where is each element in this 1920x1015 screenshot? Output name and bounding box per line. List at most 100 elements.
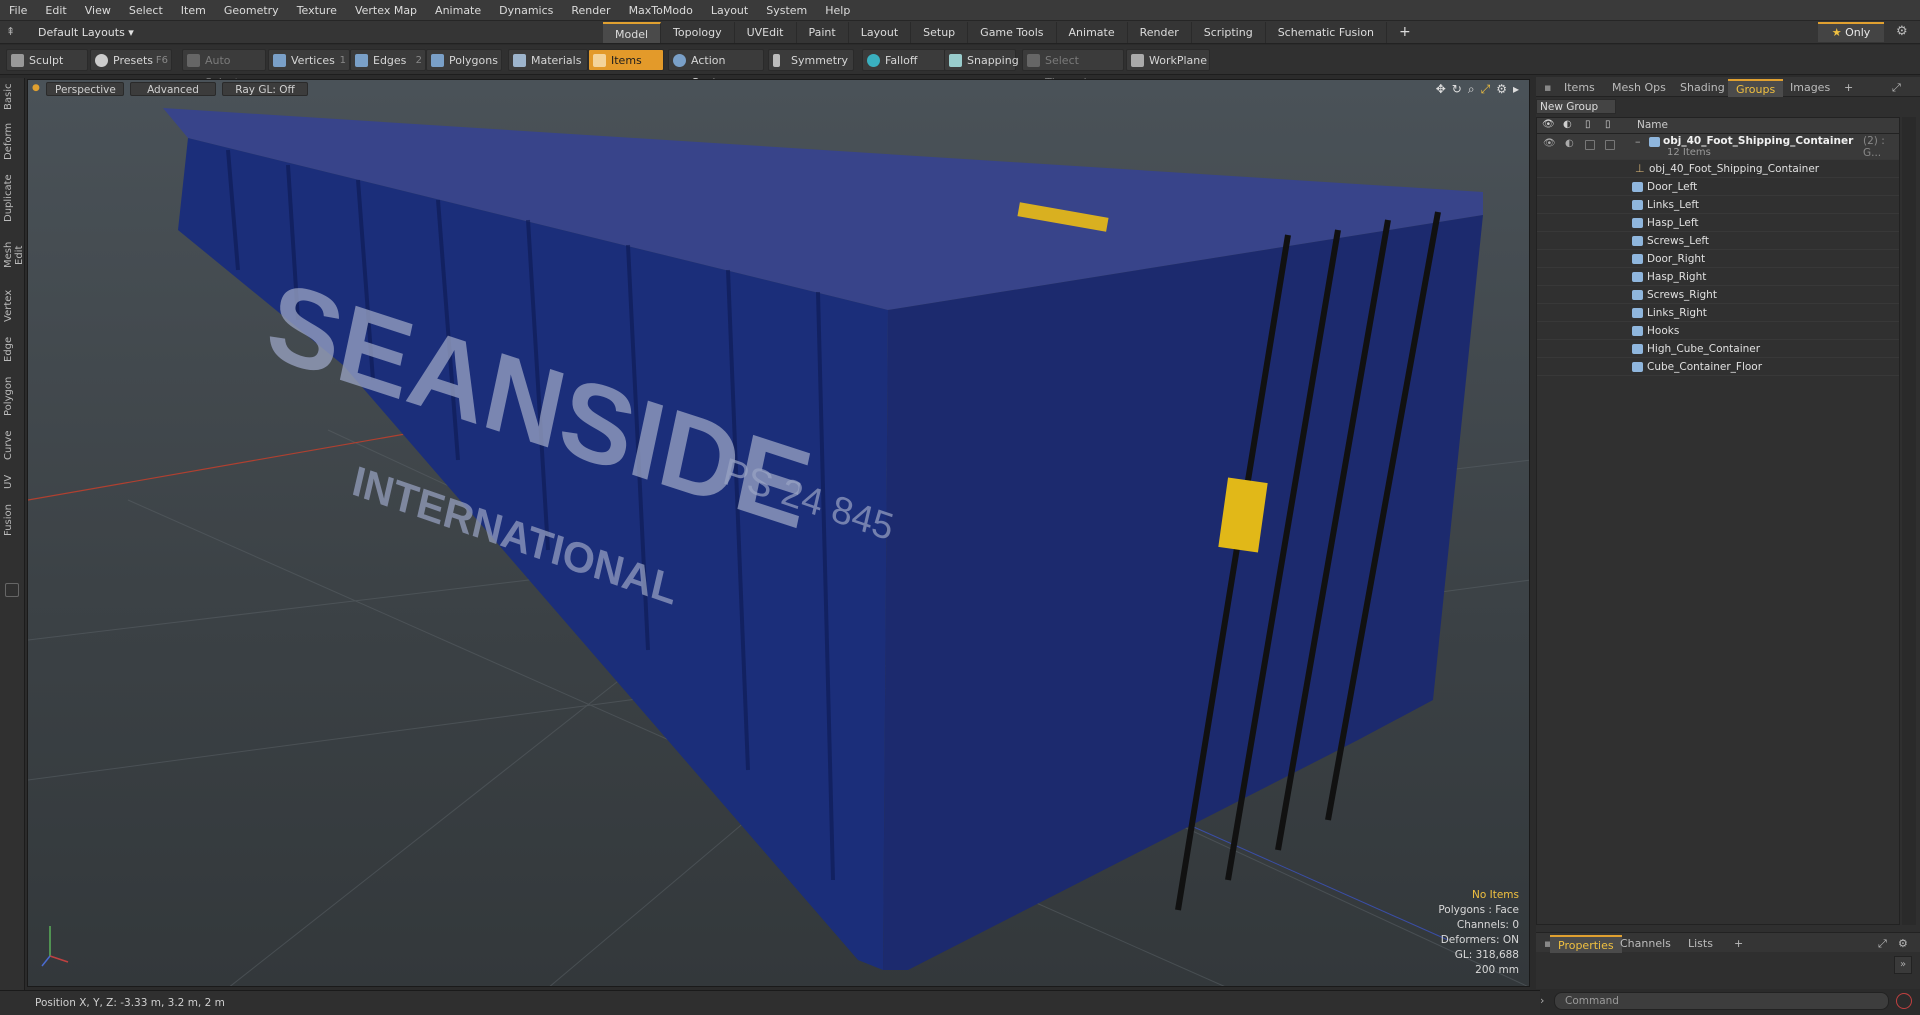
gear-icon[interactable]: ⚙: [1896, 24, 1908, 39]
left-tab-mesh-edit[interactable]: Mesh Edit: [3, 232, 25, 278]
left-tab-uv[interactable]: UV: [3, 472, 21, 492]
menu-file[interactable]: File: [0, 0, 36, 21]
left-tab-deform[interactable]: Deform: [3, 122, 21, 160]
list-item[interactable]: Cube_Container_Floor: [1537, 358, 1899, 376]
tab-properties[interactable]: Properties: [1550, 935, 1622, 953]
left-tab-curve[interactable]: Curve: [3, 428, 21, 462]
materials-button[interactable]: Materials: [508, 49, 588, 71]
add-tab-icon[interactable]: +: [1387, 22, 1423, 43]
sculpt-button[interactable]: Sculpt: [6, 49, 88, 71]
left-tab-fusion[interactable]: Fusion: [3, 502, 21, 538]
tab-paint[interactable]: Paint: [797, 22, 849, 43]
3d-viewport[interactable]: ● Perspective Advanced Ray GL: Off ✥ ↻ ⌕…: [27, 79, 1530, 987]
name-column-header[interactable]: Name: [1637, 119, 1668, 131]
group-row[interactable]: 👁 ◐ – obj_40_Foot_Shipping_Container (2)…: [1537, 134, 1899, 160]
menu-vertex-map[interactable]: Vertex Map: [346, 0, 426, 21]
list-item[interactable]: Hasp_Right: [1537, 268, 1899, 286]
menu-system[interactable]: System: [757, 0, 816, 21]
left-tab-polygon[interactable]: Polygon: [3, 374, 21, 418]
collapse-icon[interactable]: –: [1635, 135, 1641, 148]
groups-list: 👁 ◐ ▯ ▯ Name 👁 ◐ – obj_40_Foot_Shipping_…: [1536, 117, 1900, 925]
menu-help[interactable]: Help: [816, 0, 859, 21]
render-toggle-icon[interactable]: ◐: [1565, 138, 1574, 149]
tab-game-tools[interactable]: Game Tools: [968, 22, 1057, 43]
menu-dynamics[interactable]: Dynamics: [490, 0, 562, 21]
tab-images[interactable]: Images: [1782, 79, 1838, 97]
expand-properties-icon[interactable]: »: [1894, 956, 1912, 974]
tab-animate[interactable]: Animate: [1057, 22, 1128, 43]
list-item[interactable]: Links_Left: [1537, 196, 1899, 214]
select-checkbox[interactable]: [1605, 140, 1615, 150]
action-center-button[interactable]: Action Center: [668, 49, 764, 89]
select-column-icon[interactable]: ▯: [1605, 119, 1611, 130]
tab-channels[interactable]: Channels: [1612, 935, 1679, 953]
list-item[interactable]: Hooks: [1537, 322, 1899, 340]
tab-lists[interactable]: Lists: [1680, 935, 1721, 953]
only-toggle[interactable]: ★ Only: [1818, 22, 1884, 42]
command-input[interactable]: Command: [1554, 992, 1889, 1010]
items-button[interactable]: Items: [588, 49, 664, 71]
left-tab-edge[interactable]: Edge: [3, 334, 21, 364]
menu-animate[interactable]: Animate: [426, 0, 490, 21]
add-panel-tab-icon[interactable]: +: [1836, 79, 1861, 97]
select-through-button[interactable]: Select Through: [1022, 49, 1124, 89]
auto-select-button[interactable]: Auto Select: [182, 49, 266, 89]
panel-expand-icon[interactable]: ⤢: [1884, 79, 1909, 97]
lock-column-icon[interactable]: ▯: [1585, 119, 1591, 130]
left-tab-vertex[interactable]: Vertex: [3, 288, 21, 324]
snapping-button[interactable]: Snapping: [944, 49, 1019, 71]
left-tab-duplicate[interactable]: Duplicate: [3, 174, 21, 222]
list-item[interactable]: High_Cube_Container: [1537, 340, 1899, 358]
vertices-button[interactable]: Vertices 1: [268, 49, 350, 71]
group-count: 12 Items: [1667, 147, 1711, 158]
tab-scripting[interactable]: Scripting: [1192, 22, 1266, 43]
layout-expand-icon[interactable]: ⇞: [6, 25, 15, 38]
tab-layout[interactable]: Layout: [849, 22, 912, 43]
menu-view[interactable]: View: [76, 0, 120, 21]
workplane-button[interactable]: WorkPlane: [1126, 49, 1210, 71]
tab-items[interactable]: Items: [1556, 79, 1603, 97]
symmetry-button[interactable]: Symmetry: [768, 49, 854, 71]
edges-button[interactable]: Edges 2: [350, 49, 426, 71]
render-column-icon[interactable]: ◐: [1563, 119, 1572, 130]
tool-toolbar: Sculpt PresetsF6 Auto Select Vertices 1 E…: [0, 45, 1920, 89]
tab-schematic-fusion[interactable]: Schematic Fusion: [1266, 22, 1388, 43]
list-item[interactable]: Door_Left: [1537, 178, 1899, 196]
menu-edit[interactable]: Edit: [36, 0, 75, 21]
left-tab-toggle-icon[interactable]: [5, 583, 19, 597]
menu-item[interactable]: Item: [172, 0, 215, 21]
menu-select[interactable]: Select: [120, 0, 172, 21]
tab-mesh-ops[interactable]: Mesh Ops: [1604, 79, 1674, 97]
groups-scrollbar[interactable]: [1902, 117, 1916, 925]
new-group-button[interactable]: New Group: [1536, 99, 1616, 114]
list-item[interactable]: Screws_Left: [1537, 232, 1899, 250]
list-item[interactable]: Door_Right: [1537, 250, 1899, 268]
add-bottom-tab-icon[interactable]: +: [1726, 935, 1751, 953]
falloff-button[interactable]: Falloff: [862, 49, 946, 71]
record-icon[interactable]: [1896, 993, 1912, 1009]
menu-texture[interactable]: Texture: [288, 0, 346, 21]
visibility-eye-icon[interactable]: 👁: [1543, 138, 1556, 149]
bottom-panel-settings-icon[interactable]: ⚙: [1890, 935, 1916, 953]
tab-groups[interactable]: Groups: [1728, 79, 1784, 97]
list-item[interactable]: ⊥ obj_40_Foot_Shipping_Container: [1537, 160, 1899, 178]
presets-button[interactable]: Presets F6: [90, 49, 172, 71]
tab-uvedit[interactable]: UVEdit: [735, 22, 797, 43]
polygons-button[interactable]: Polygons: [426, 49, 502, 71]
list-item[interactable]: Links_Right: [1537, 304, 1899, 322]
lock-checkbox[interactable]: [1585, 140, 1595, 150]
tab-setup[interactable]: Setup: [911, 22, 969, 43]
list-item[interactable]: Screws_Right: [1537, 286, 1899, 304]
tab-shading[interactable]: Shading: [1672, 79, 1733, 97]
menu-render[interactable]: Render: [562, 0, 619, 21]
default-layouts-dropdown[interactable]: Default Layouts ▾: [38, 23, 134, 42]
menu-maxtomodo[interactable]: MaxToModo: [620, 0, 702, 21]
tab-topology[interactable]: Topology: [661, 22, 735, 43]
tab-render[interactable]: Render: [1128, 22, 1192, 43]
list-item[interactable]: Hasp_Left: [1537, 214, 1899, 232]
menu-geometry[interactable]: Geometry: [215, 0, 288, 21]
visibility-column-icon[interactable]: 👁: [1542, 119, 1555, 130]
left-tab-basic[interactable]: Basic: [3, 82, 21, 112]
tab-model[interactable]: Model: [603, 22, 662, 43]
menu-layout[interactable]: Layout: [702, 0, 757, 21]
